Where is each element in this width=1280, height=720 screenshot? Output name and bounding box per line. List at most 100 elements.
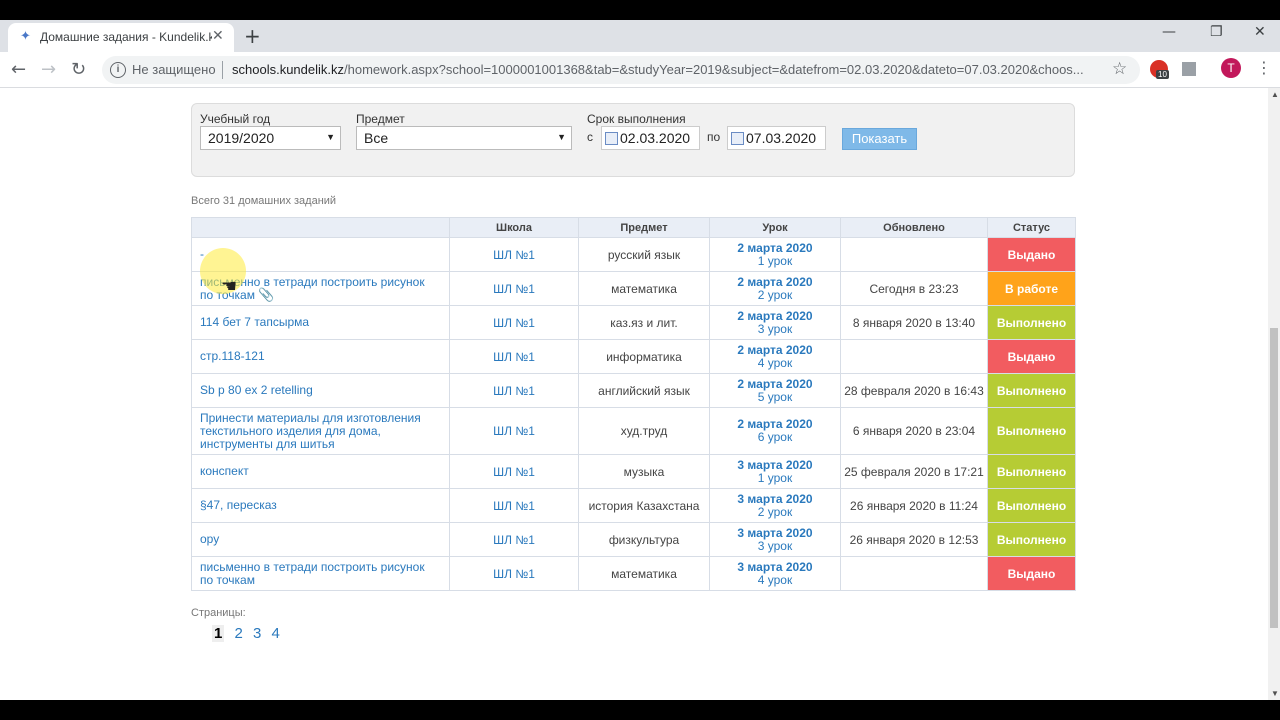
lesson-cell[interactable]: 3 марта 2020 3 урок (709, 522, 841, 557)
lesson-cell[interactable]: 2 марта 2020 1 урок (709, 237, 841, 272)
url-text[interactable]: schools.kundelik.kz/homework.aspx?school… (232, 62, 1102, 77)
lesson-number: 4 урок (757, 572, 793, 587)
status-badge: Выполнено (987, 373, 1076, 408)
show-button[interactable]: Показать (842, 128, 917, 150)
new-tab-icon[interactable]: + (244, 24, 261, 48)
browser-tab[interactable]: ✦ Домашние задания - Kundelik.kz ✕ (8, 23, 234, 52)
minimize-icon[interactable]: — (1162, 24, 1176, 40)
lesson-number: 1 урок (757, 253, 793, 268)
reader-extension-icon[interactable] (1182, 62, 1196, 76)
homework-title-link[interactable]: Sb p 80 ex 2 retelling (191, 373, 450, 408)
school-link[interactable]: ШЛ №1 (449, 373, 579, 408)
status-badge: Выполнено (987, 305, 1076, 340)
status-badge: Выдано (987, 237, 1076, 272)
school-link[interactable]: ШЛ №1 (449, 339, 579, 374)
status-badge: Выполнено (987, 488, 1076, 523)
subject-select[interactable]: Все ▼ (356, 126, 572, 150)
browser-toolbar: ← → ↻ i Не защищено schools.kundelik.kz/… (0, 52, 1280, 88)
header-status: Статус (987, 217, 1076, 238)
extension-icon[interactable]: 10 (1150, 60, 1169, 79)
lesson-cell[interactable]: 2 марта 2020 3 урок (709, 305, 841, 340)
lesson-date: 2 марта 2020 (737, 376, 813, 391)
close-tab-icon[interactable]: ✕ (212, 28, 224, 44)
homework-title-link[interactable]: Принести материалы для изготовления текс… (191, 407, 450, 455)
school-link[interactable]: ШЛ №1 (449, 237, 579, 272)
header-subject: Предмет (578, 217, 710, 238)
lesson-cell[interactable]: 2 марта 2020 5 урок (709, 373, 841, 408)
year-label: Учебный год (200, 112, 271, 126)
forward-icon[interactable]: → (41, 59, 56, 80)
date-from-field[interactable]: 02.03.2020 (601, 126, 700, 150)
updated-cell: 6 января 2020 в 23:04 (840, 407, 988, 455)
address-separator (222, 61, 223, 79)
kundelik-favicon-icon: ✦ (20, 29, 31, 44)
lesson-cell[interactable]: 3 марта 2020 2 урок (709, 488, 841, 523)
status-badge: Выдано (987, 556, 1076, 591)
lesson-number: 3 урок (757, 538, 793, 553)
lesson-date: 2 марта 2020 (737, 240, 813, 255)
profile-avatar[interactable]: T (1221, 58, 1241, 78)
chevron-down-icon: ▼ (326, 132, 335, 142)
school-link[interactable]: ШЛ №1 (449, 407, 579, 455)
bookmark-star-icon[interactable]: ☆ (1112, 59, 1127, 79)
scroll-thumb[interactable] (1270, 328, 1278, 628)
school-link[interactable]: ШЛ №1 (449, 454, 579, 489)
tab-strip: ✦ Домашние задания - Kundelik.kz ✕ + — ❐… (0, 20, 1280, 52)
address-bar[interactable]: i Не защищено schools.kundelik.kz/homewo… (102, 56, 1140, 84)
lesson-cell[interactable]: 2 марта 2020 2 урок (709, 271, 841, 306)
status-badge: Выдано (987, 339, 1076, 374)
page-link-2[interactable]: 2 (235, 625, 243, 642)
status-badge: Выполнено (987, 522, 1076, 557)
menu-icon[interactable]: ⋮ (1256, 58, 1272, 77)
info-icon[interactable]: i (110, 62, 126, 78)
school-link[interactable]: ШЛ №1 (449, 556, 579, 591)
lesson-cell[interactable]: 2 марта 2020 4 урок (709, 339, 841, 374)
attachment-icon: 📎 (258, 287, 275, 303)
restore-icon[interactable]: ❐ (1210, 24, 1223, 40)
school-link[interactable]: ШЛ №1 (449, 305, 579, 340)
date-from-label: с (587, 130, 593, 144)
updated-cell: 26 января 2020 в 12:53 (840, 522, 988, 557)
page-link-3[interactable]: 3 (253, 625, 261, 642)
lesson-cell[interactable]: 3 марта 2020 1 урок (709, 454, 841, 489)
homework-title-link[interactable]: конспект (191, 454, 450, 489)
scroll-down-icon[interactable]: ▼ (1271, 689, 1279, 698)
header-title (191, 217, 450, 238)
homework-title-link[interactable]: письменно в тетради построить рисунок по… (191, 556, 450, 591)
lesson-date: 3 марта 2020 (737, 491, 813, 506)
page-content: Учебный год 2019/2020 ▼ Предмет Все ▼ Ср… (0, 88, 1268, 700)
homework-title-link[interactable]: стр.118-121 (191, 339, 450, 374)
school-link[interactable]: ШЛ №1 (449, 522, 579, 557)
status-badge: Выполнено (987, 454, 1076, 489)
table-row: ору ШЛ №1 физкультура 3 марта 2020 3 урок… (191, 522, 1076, 557)
page-link-4[interactable]: 4 (272, 625, 280, 642)
table-header-row: Школа Предмет Урок Обновлено Статус (191, 217, 1076, 238)
close-window-icon[interactable]: ✕ (1254, 24, 1266, 40)
calendar-icon[interactable] (731, 132, 744, 145)
subject-cell: история Казахстана (578, 488, 710, 523)
back-icon[interactable]: ← (11, 59, 26, 80)
pagination: 1 2 3 4 (212, 625, 286, 642)
scroll-up-icon[interactable]: ▲ (1271, 90, 1279, 99)
year-select[interactable]: 2019/2020 ▼ (200, 126, 341, 150)
reload-icon[interactable]: ↻ (71, 59, 86, 80)
lesson-cell[interactable]: 3 марта 2020 4 урок (709, 556, 841, 591)
bottom-black-bar (0, 700, 1280, 720)
date-to-field[interactable]: 07.03.2020 (727, 126, 826, 150)
vertical-scrollbar[interactable]: ▲ ▼ (1268, 88, 1280, 700)
calendar-icon[interactable] (605, 132, 618, 145)
page-link-1[interactable]: 1 (212, 625, 225, 642)
lesson-number: 3 урок (757, 321, 793, 336)
updated-cell (840, 237, 988, 272)
subject-cell: худ.труд (578, 407, 710, 455)
homework-title-link[interactable]: 114 бет 7 тапсырма (191, 305, 450, 340)
school-link[interactable]: ШЛ №1 (449, 271, 579, 306)
lesson-number: 2 урок (757, 287, 793, 302)
lesson-cell[interactable]: 2 марта 2020 6 урок (709, 407, 841, 455)
homework-title-link[interactable]: §47, пересказ (191, 488, 450, 523)
school-link[interactable]: ШЛ №1 (449, 488, 579, 523)
homework-title-link[interactable]: ору (191, 522, 450, 557)
updated-cell (840, 339, 988, 374)
subject-cell: физкультура (578, 522, 710, 557)
table-row: стр.118-121 ШЛ №1 информатика 2 марта 20… (191, 339, 1076, 374)
